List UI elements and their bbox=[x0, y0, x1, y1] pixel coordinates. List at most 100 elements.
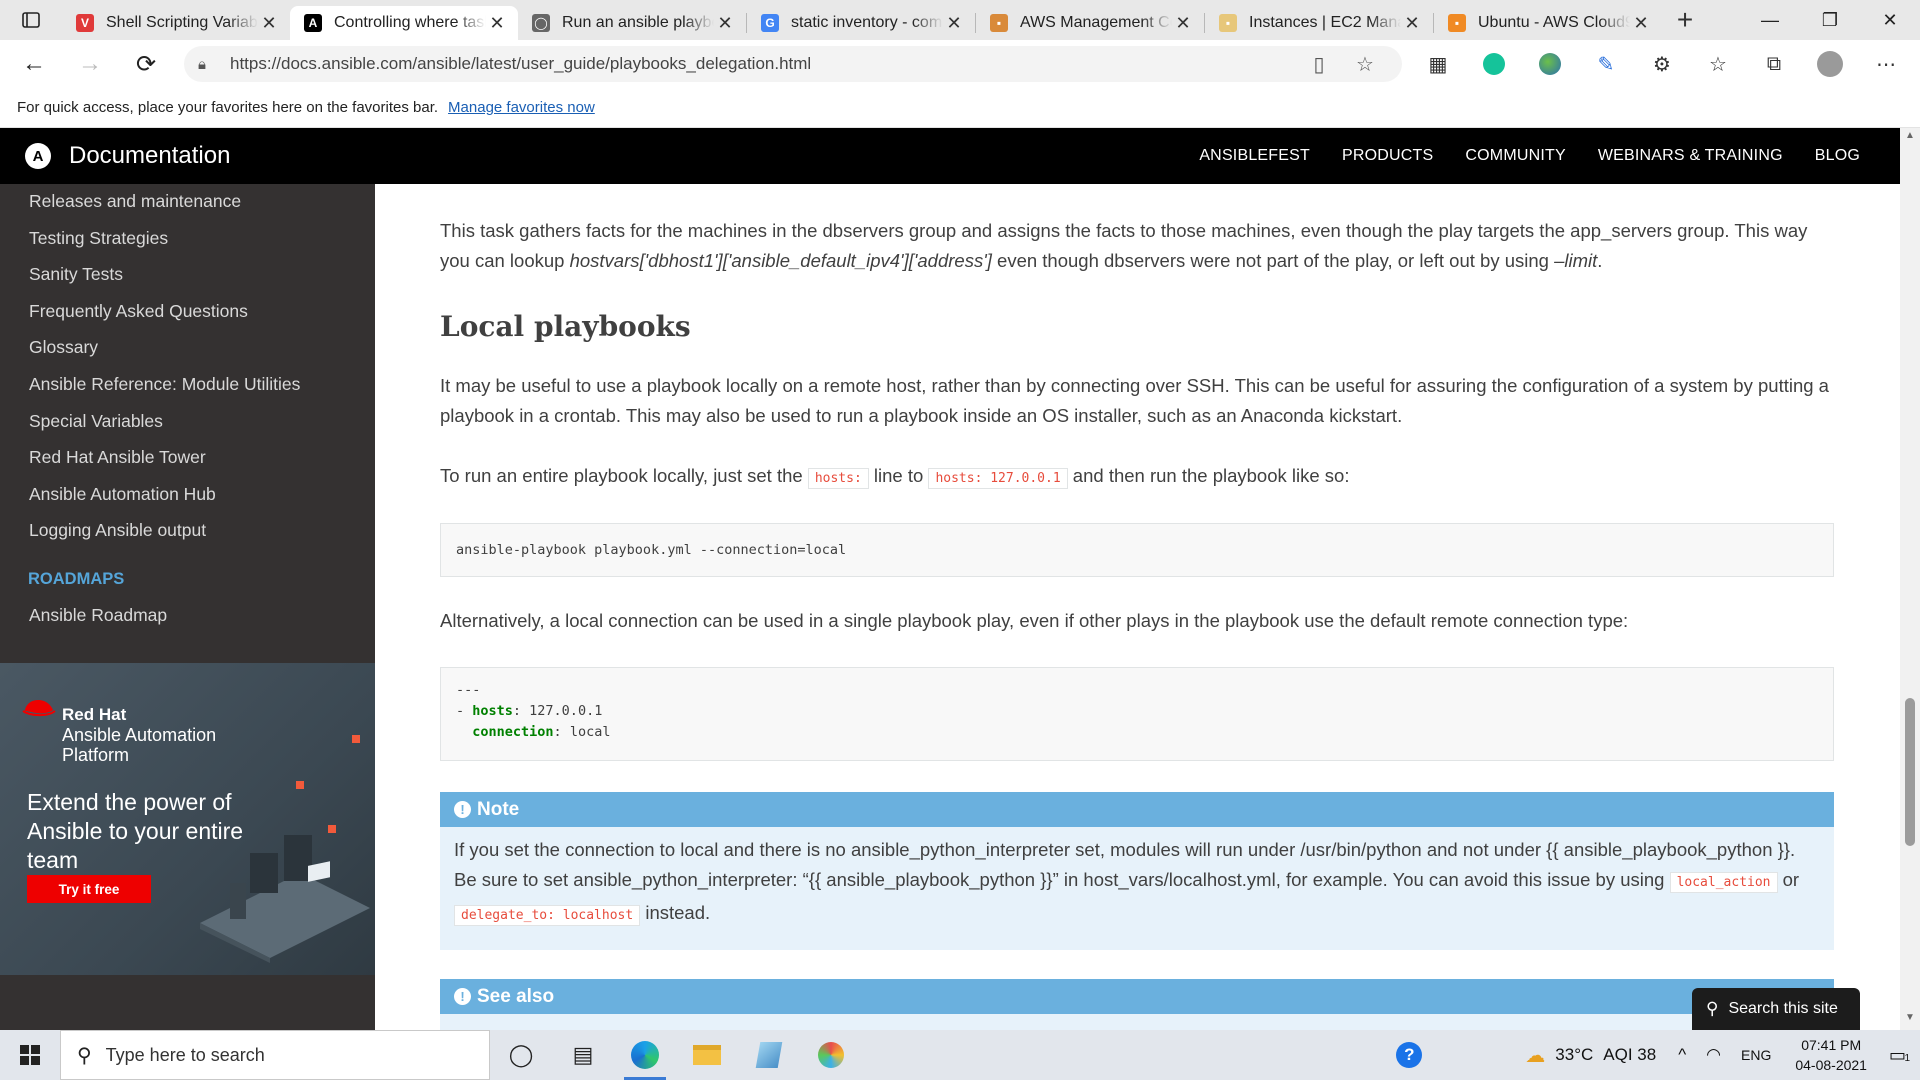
more-menu-icon[interactable]: ⋯ bbox=[1858, 40, 1914, 88]
site-nav-link[interactable]: ANSIBLEFEST bbox=[1199, 147, 1310, 165]
ad-decor-square bbox=[352, 735, 360, 743]
new-tab-button[interactable]: + bbox=[1662, 4, 1708, 36]
tab-favicon-icon: G bbox=[761, 14, 779, 32]
site-nav-link[interactable]: PRODUCTS bbox=[1342, 147, 1433, 165]
tab-favicon-icon: ▪ bbox=[1448, 14, 1466, 32]
scroll-thumb[interactable] bbox=[1905, 698, 1915, 846]
text-span: instead. bbox=[640, 902, 711, 923]
tab-close-icon[interactable]: ✕ bbox=[943, 13, 965, 34]
code-block-yaml[interactable]: --- - hosts: 127.0.0.1 connection: local bbox=[440, 667, 1834, 761]
maximize-button[interactable]: ❐ bbox=[1800, 0, 1860, 40]
weather-temp[interactable]: 33°C bbox=[1555, 1045, 1593, 1065]
tab-close-icon[interactable]: ✕ bbox=[486, 13, 508, 34]
site-nav-link[interactable]: BLOG bbox=[1815, 147, 1860, 165]
extension-grammarly-icon[interactable] bbox=[1466, 40, 1522, 88]
sidebar-nav-item[interactable]: Logging Ansible output bbox=[0, 515, 375, 552]
browser-tab-strip: V Shell Scripting Variabl ✕ A Controlling wh… bbox=[0, 0, 1920, 40]
cortana-icon[interactable]: ◯ bbox=[490, 1030, 552, 1080]
sidebar-nav-item[interactable]: Frequently Asked Questions bbox=[0, 296, 375, 333]
taskbar-search-box[interactable]: ⚲ Type here to search bbox=[60, 1030, 490, 1080]
start-button[interactable] bbox=[0, 1030, 60, 1080]
extension-ad-block-icon[interactable]: ▦ bbox=[1410, 40, 1466, 88]
sidebar-nav-item[interactable]: Releases and maintenance bbox=[0, 186, 375, 223]
weather-aqi[interactable]: AQI 38 bbox=[1603, 1045, 1656, 1065]
notification-icon[interactable]: ▭ 1 bbox=[1889, 1045, 1910, 1066]
sidebar-nav-item[interactable]: Special Variables bbox=[0, 406, 375, 443]
collections-icon[interactable]: ⧉ bbox=[1746, 40, 1802, 88]
tab-title: Instances | EC2 Mana bbox=[1249, 14, 1401, 31]
refresh-button[interactable]: ⟳ bbox=[118, 40, 174, 88]
scroll-up-arrow[interactable]: ▲ bbox=[1900, 130, 1920, 146]
help-icon[interactable]: ? bbox=[1383, 1030, 1435, 1080]
sidebar-nav-item[interactable]: Glossary bbox=[0, 332, 375, 369]
hostvars-italic: hostvars['dbhost1']['ansible_default_ipv… bbox=[569, 250, 992, 271]
text-span: . bbox=[1597, 250, 1603, 271]
site-nav-link[interactable]: WEBINARS & TRAINING bbox=[1598, 147, 1783, 165]
browser-tab[interactable]: Gstatic inventory - com ✕ bbox=[747, 6, 975, 40]
browser-tab[interactable]: ▪ Ubuntu - AWS Cloud9 ✕ bbox=[1434, 6, 1662, 40]
tab-close-icon[interactable]: ✕ bbox=[1401, 13, 1423, 34]
browser-tab[interactable]: ▪ AWS Management Co ✕ bbox=[976, 6, 1204, 40]
system-tray: ? ☁ 33°C AQI 38 ^ ◠ ENG 07:41 PM 04-08-2… bbox=[1383, 1030, 1920, 1080]
code-block-command[interactable]: ansible-playbook playbook.yml --connecti… bbox=[440, 523, 1834, 577]
browser-tab[interactable]: ▪ Instances | EC2 Mana ✕ bbox=[1205, 6, 1433, 40]
file-explorer-icon[interactable] bbox=[676, 1030, 738, 1080]
tray-chevron-up-icon[interactable]: ^ bbox=[1678, 1045, 1686, 1065]
search-site-button[interactable]: ⚲ Search this site bbox=[1692, 988, 1860, 1030]
extensions-puzzle-icon[interactable]: ⚙ bbox=[1634, 40, 1690, 88]
tab-actions-button[interactable] bbox=[0, 0, 62, 40]
weather-cloud-icon[interactable]: ☁ bbox=[1525, 1043, 1545, 1068]
site-title[interactable]: Documentation bbox=[69, 142, 230, 170]
tab-close-icon[interactable]: ✕ bbox=[1172, 13, 1194, 34]
try-it-free-button[interactable]: Try it free bbox=[27, 875, 151, 903]
tab-favicon-icon: ◯ bbox=[532, 14, 550, 32]
back-button[interactable]: ← bbox=[6, 40, 62, 88]
task-view-icon[interactable]: ▤ bbox=[552, 1030, 614, 1080]
browser-tab[interactable]: A Controlling where tasl ✕ bbox=[290, 6, 518, 40]
language-indicator[interactable]: ENG bbox=[1741, 1047, 1771, 1063]
site-nav-link[interactable]: COMMUNITY bbox=[1465, 147, 1565, 165]
sidebar-nav-item[interactable]: Sanity Tests bbox=[0, 259, 375, 296]
minimize-button[interactable]: — bbox=[1740, 0, 1800, 40]
url-field[interactable]: 🔒︎ https://docs.ansible.com/ansible/late… bbox=[184, 46, 1402, 82]
run-locally-paragraph: To run an entire playbook locally, just … bbox=[440, 461, 1834, 494]
page-scrollbar[interactable]: ▲ ▼ bbox=[1900, 128, 1920, 1030]
notepad-app-icon[interactable] bbox=[738, 1030, 800, 1080]
add-favorite-icon[interactable]: ☆ bbox=[1342, 52, 1388, 77]
profile-avatar-icon[interactable] bbox=[1802, 40, 1858, 88]
clock-date: 04-08-2021 bbox=[1795, 1057, 1867, 1073]
tab-close-icon[interactable]: ✕ bbox=[714, 13, 736, 34]
manage-favorites-link[interactable]: Manage favorites now bbox=[448, 99, 595, 116]
tab-close-icon[interactable]: ✕ bbox=[258, 13, 280, 34]
sidebar-nav-item[interactable]: Red Hat Ansible Tower bbox=[0, 442, 375, 479]
url-text[interactable]: https://docs.ansible.com/ansible/latest/… bbox=[230, 54, 1296, 74]
extension-globe-icon[interactable] bbox=[1522, 40, 1578, 88]
forward-button[interactable]: → bbox=[62, 40, 118, 88]
code-line: connection: local bbox=[472, 724, 611, 740]
favorites-icon[interactable]: ☆ bbox=[1690, 40, 1746, 88]
ad-product: Ansible Automation Platform bbox=[62, 725, 217, 765]
text-span: even though dbservers were not part of t… bbox=[991, 250, 1555, 271]
extension-pen-icon[interactable]: ✎ bbox=[1578, 40, 1634, 88]
ansible-logo-icon[interactable]: A bbox=[25, 143, 51, 169]
browser-tab[interactable]: V Shell Scripting Variabl ✕ bbox=[62, 6, 290, 40]
sidebar-nav-item[interactable]: Ansible Reference: Module Utilities bbox=[0, 369, 375, 406]
wifi-icon[interactable]: ◠ bbox=[1706, 1045, 1721, 1065]
scroll-down-arrow[interactable]: ▼ bbox=[1900, 1012, 1920, 1028]
sidebar-nav-item[interactable]: Ansible Automation Hub bbox=[0, 479, 375, 516]
close-window-button[interactable]: ✕ bbox=[1860, 0, 1920, 40]
edge-browser-icon[interactable] bbox=[614, 1030, 676, 1080]
tab-close-icon[interactable]: ✕ bbox=[1630, 13, 1652, 34]
limit-italic: –limit bbox=[1554, 250, 1598, 271]
code-literal-delegate-to: delegate_to: localhost bbox=[454, 905, 641, 926]
clock[interactable]: 07:41 PM 04-08-2021 bbox=[1795, 1035, 1867, 1075]
tab-title: Ubuntu - AWS Cloud9 bbox=[1478, 14, 1630, 31]
heading-local-playbooks: Local playbooks bbox=[440, 310, 691, 343]
redhat-ad-banner[interactable]: Red Hat Ansible Automation Platform Exte… bbox=[0, 663, 375, 975]
reader-view-icon[interactable]: ▯ bbox=[1296, 52, 1342, 77]
browser-tab[interactable]: ◯ Run an ansible playbo ✕ bbox=[518, 6, 746, 40]
favorites-bar: For quick access, place your favorites h… bbox=[0, 88, 1920, 128]
sidebar-nav-item[interactable]: Ansible Roadmap bbox=[0, 600, 375, 637]
paint-app-icon[interactable] bbox=[800, 1030, 862, 1080]
sidebar-nav-item[interactable]: Testing Strategies bbox=[0, 223, 375, 260]
